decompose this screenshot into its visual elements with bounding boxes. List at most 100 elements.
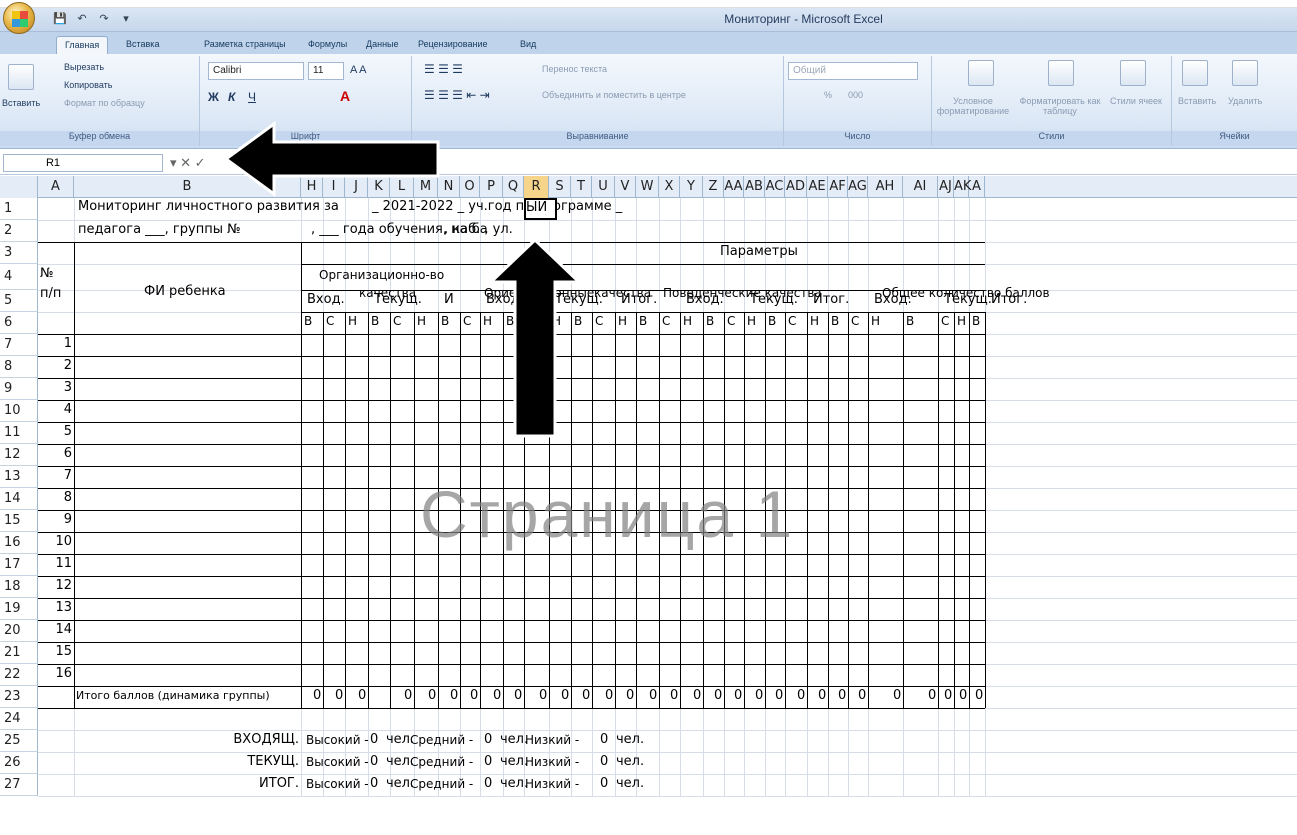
column-header-aa[interactable]: AA xyxy=(724,176,744,198)
row-header-9[interactable]: 9 xyxy=(0,378,38,400)
tab-view[interactable]: Вид xyxy=(512,36,544,54)
row-header-8[interactable]: 8 xyxy=(0,356,38,378)
name-box[interactable]: R1 xyxy=(3,154,163,172)
row-header-1[interactable]: 1 xyxy=(0,198,38,220)
row-header-18[interactable]: 18 xyxy=(0,576,38,598)
copy-button[interactable]: Копировать xyxy=(64,80,112,90)
font-color-icon[interactable]: A xyxy=(340,88,350,104)
row-header-2[interactable]: 2 xyxy=(0,220,38,242)
table-border xyxy=(38,686,985,687)
merge-center-button[interactable]: Объединить и поместить в центре xyxy=(542,90,686,100)
tab-data[interactable]: Данные xyxy=(358,36,407,54)
column-header-ab[interactable]: AB xyxy=(744,176,765,198)
tab-formulas[interactable]: Формулы xyxy=(300,36,355,54)
column-header-w[interactable]: W xyxy=(636,176,659,198)
row-header-22[interactable]: 22 xyxy=(0,664,38,686)
column-header-aj[interactable]: AJ xyxy=(938,176,954,198)
percent-button[interactable]: % xyxy=(824,90,832,100)
conditional-format-button[interactable]: Условное форматирование xyxy=(934,96,1012,116)
tab-home[interactable]: Главная xyxy=(56,36,109,54)
row-header-14[interactable]: 14 xyxy=(0,488,38,510)
column-header-p[interactable]: P xyxy=(480,176,503,198)
column-header-z[interactable]: Z xyxy=(703,176,724,198)
tab-insert[interactable]: Вставка xyxy=(118,36,167,54)
column-header-ad[interactable]: AD xyxy=(785,176,807,198)
delete-cells-button[interactable]: Удалить xyxy=(1228,96,1262,106)
row-header-27[interactable]: 27 xyxy=(0,774,38,796)
align-left-icon[interactable]: ☰ ☰ ☰ ⇤ ⇥ xyxy=(424,88,490,102)
format-table-button[interactable]: Форматировать как таблицу xyxy=(1018,96,1102,116)
column-header-u[interactable]: U xyxy=(592,176,615,198)
paste-button[interactable]: Вставить xyxy=(2,98,40,108)
insert-cells-button[interactable]: Вставить xyxy=(1178,96,1216,106)
row-header-23[interactable]: 23 xyxy=(0,686,38,708)
tab-page-layout[interactable]: Разметка страницы xyxy=(196,36,294,54)
column-header-o[interactable]: O xyxy=(460,176,480,198)
row-header-4[interactable]: 4 xyxy=(0,264,38,290)
insert-cells-icon[interactable] xyxy=(1182,60,1208,86)
row-header-16[interactable]: 16 xyxy=(0,532,38,554)
row-header-6[interactable]: 6 xyxy=(0,312,38,334)
row-header-13[interactable]: 13 xyxy=(0,466,38,488)
row-header-24[interactable]: 24 xyxy=(0,708,38,730)
table-border xyxy=(938,312,939,708)
cut-button[interactable]: Вырезать xyxy=(64,62,104,72)
bold-button[interactable]: Ж xyxy=(208,90,219,104)
tab-review[interactable]: Рецензирование xyxy=(410,36,496,54)
column-header-ae[interactable]: AE xyxy=(807,176,828,198)
row-header-12[interactable]: 12 xyxy=(0,444,38,466)
level-header: Н xyxy=(871,314,881,328)
column-header-ak[interactable]: AK xyxy=(954,176,971,198)
column-header-ai[interactable]: AI xyxy=(903,176,938,198)
summary-count: 0 xyxy=(484,754,493,769)
paste-icon[interactable] xyxy=(8,64,34,90)
row-header-10[interactable]: 10 xyxy=(0,400,38,422)
thousands-button[interactable]: 000 xyxy=(848,90,863,100)
row-header-19[interactable]: 19 xyxy=(0,598,38,620)
column-header-v[interactable]: V xyxy=(615,176,636,198)
row-header-15[interactable]: 15 xyxy=(0,510,38,532)
cell-styles-icon[interactable] xyxy=(1120,60,1146,86)
column-header-ah[interactable]: AH xyxy=(868,176,903,198)
grow-font-button[interactable]: A A xyxy=(350,64,367,76)
row-header-17[interactable]: 17 xyxy=(0,554,38,576)
font-name-field[interactable]: Calibri xyxy=(208,62,304,80)
row-header-11[interactable]: 11 xyxy=(0,422,38,444)
office-button[interactable] xyxy=(3,2,35,34)
column-header-r[interactable]: R xyxy=(524,176,549,198)
underline-button[interactable]: Ч xyxy=(248,90,256,104)
italic-button[interactable]: К xyxy=(228,90,235,104)
column-header-a[interactable]: A xyxy=(969,176,985,198)
column-header-ag[interactable]: AG xyxy=(848,176,868,198)
column-header-af[interactable]: AF xyxy=(828,176,848,198)
wrap-text-button[interactable]: Перенос текста xyxy=(542,64,607,74)
column-header-a[interactable]: A xyxy=(38,176,74,198)
row-header-5[interactable]: 5 xyxy=(0,290,38,312)
formula-cancel-icon[interactable]: ▾ ✕ ✓ xyxy=(170,155,206,171)
column-header-x[interactable]: X xyxy=(659,176,680,198)
delete-cells-icon[interactable] xyxy=(1232,60,1258,86)
align-top-icon[interactable]: ☰ ☰ ☰ xyxy=(424,62,463,76)
row-header-20[interactable]: 20 xyxy=(0,620,38,642)
conditional-format-icon[interactable] xyxy=(968,60,994,86)
column-header-q[interactable]: Q xyxy=(503,176,524,198)
row-header-21[interactable]: 21 xyxy=(0,642,38,664)
column-header-ac[interactable]: AC xyxy=(765,176,785,198)
row-header-3[interactable]: 3 xyxy=(0,242,38,264)
row-header-25[interactable]: 25 xyxy=(0,730,38,752)
row-header-26[interactable]: 26 xyxy=(0,752,38,774)
column-header-s[interactable]: S xyxy=(549,176,571,198)
summary-mid: Средний - xyxy=(410,777,474,791)
column-header-t[interactable]: T xyxy=(571,176,592,198)
font-size-field[interactable]: 11 xyxy=(308,62,344,80)
number-format-field[interactable]: Общий xyxy=(788,62,918,80)
total-label: Итого баллов (динамика группы) xyxy=(76,689,270,702)
column-header-y[interactable]: Y xyxy=(680,176,703,198)
total-value: 0 xyxy=(605,688,614,703)
select-all-corner[interactable] xyxy=(0,176,38,198)
format-table-icon[interactable] xyxy=(1048,60,1074,86)
format-painter-button[interactable]: Формат по образцу xyxy=(64,98,145,108)
cell-styles-button[interactable]: Стили ячеек xyxy=(1108,96,1164,106)
table-border xyxy=(38,444,985,445)
row-header-7[interactable]: 7 xyxy=(0,334,38,356)
